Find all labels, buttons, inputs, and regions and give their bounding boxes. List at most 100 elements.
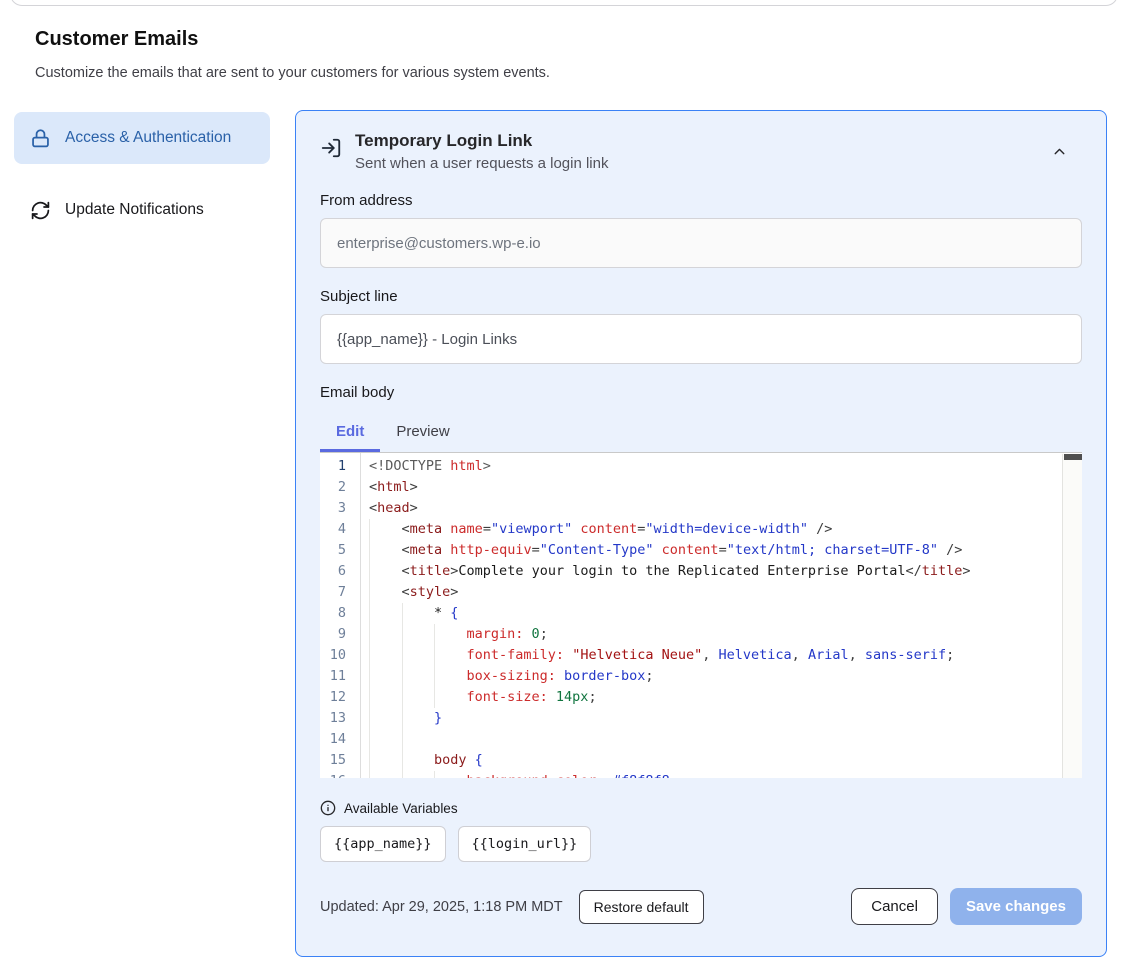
editor-line-numbers: 12345678910111213141516: [320, 453, 361, 778]
editor-scrollbar-thumb[interactable]: [1064, 454, 1082, 460]
line-number: 9: [320, 624, 360, 645]
line-number: 10: [320, 645, 360, 666]
line-number: 1: [320, 456, 360, 477]
editor-code-area[interactable]: <!DOCTYPE html><html><head><meta name="v…: [361, 453, 1082, 778]
editor-scrollbar-track[interactable]: [1062, 454, 1082, 778]
code-line: <meta name="viewport" content="width=dev…: [369, 519, 1082, 540]
code-line: * {: [369, 603, 1082, 624]
line-number: 4: [320, 519, 360, 540]
info-icon: [320, 800, 336, 816]
code-line: }: [369, 708, 1082, 729]
indent-guide: [402, 687, 435, 708]
variable-chip-login-url[interactable]: {{login_url}}: [458, 826, 592, 862]
indent-guide: [369, 687, 402, 708]
login-icon: [320, 137, 342, 159]
code-line: <!DOCTYPE html>: [369, 456, 1082, 477]
available-variables-row: Available Variables: [320, 800, 1082, 816]
temporary-login-link-panel: Temporary Login Link Sent when a user re…: [295, 110, 1107, 957]
panel-subtitle: Sent when a user requests a login link: [355, 155, 1038, 172]
line-number: 16: [320, 771, 360, 778]
previous-card-bottom-edge: [10, 0, 1118, 6]
code-line: font-family: "Helvetica Neue", Helvetica…: [369, 645, 1082, 666]
indent-guide: [369, 624, 402, 645]
indent-guide: [402, 666, 435, 687]
line-number: 3: [320, 498, 360, 519]
code-line: <html>: [369, 477, 1082, 498]
indent-guide: [434, 771, 467, 778]
code-line: <meta http-equiv="Content-Type" content=…: [369, 540, 1082, 561]
line-number: 12: [320, 687, 360, 708]
code-line: [369, 729, 1082, 750]
lock-icon: [30, 128, 51, 149]
restore-default-button[interactable]: Restore default: [579, 890, 704, 924]
indent-guide: [402, 750, 435, 771]
line-number: 2: [320, 477, 360, 498]
panel-header-text: Temporary Login Link Sent when a user re…: [355, 131, 1038, 172]
line-number: 11: [320, 666, 360, 687]
email-types-sidebar: Access & Authentication Update Notificat…: [14, 112, 270, 236]
code-editor: 12345678910111213141516 <!DOCTYPE html><…: [320, 452, 1082, 778]
indent-guide: [434, 687, 467, 708]
indent-guide: [369, 729, 402, 750]
from-address-label: From address: [320, 192, 1082, 209]
code-line: font-size: 14px;: [369, 687, 1082, 708]
panel-header: Temporary Login Link Sent when a user re…: [320, 131, 1082, 172]
cancel-button[interactable]: Cancel: [851, 888, 938, 925]
indent-guide: [402, 624, 435, 645]
subject-line-label: Subject line: [320, 288, 1082, 305]
indent-guide: [369, 750, 402, 771]
code-line: <style>: [369, 582, 1082, 603]
email-body-tabs: Edit Preview: [320, 414, 1082, 452]
indent-guide: [402, 729, 435, 750]
indent-guide: [369, 666, 402, 687]
code-line: margin: 0;: [369, 624, 1082, 645]
page-subtitle: Customize the emails that are sent to yo…: [35, 65, 550, 81]
from-address-field[interactable]: [320, 218, 1082, 268]
panel-title: Temporary Login Link: [355, 131, 1038, 151]
email-body-label: Email body: [320, 384, 1082, 401]
indent-guide: [402, 708, 435, 729]
available-variables-label: Available Variables: [344, 801, 458, 816]
indent-guide: [369, 645, 402, 666]
indent-guide: [369, 540, 402, 561]
line-number: 13: [320, 708, 360, 729]
indent-guide: [434, 624, 467, 645]
indent-guide: [369, 708, 402, 729]
line-number: 8: [320, 603, 360, 624]
line-number: 15: [320, 750, 360, 771]
indent-guide: [402, 645, 435, 666]
code-line: background-color: #f8f8f8;: [369, 771, 1082, 778]
tab-edit[interactable]: Edit: [320, 414, 380, 452]
updated-timestamp: Updated: Apr 29, 2025, 1:18 PM MDT: [320, 899, 563, 915]
line-number: 14: [320, 729, 360, 750]
line-number: 6: [320, 561, 360, 582]
indent-guide: [369, 603, 402, 624]
chevron-up-icon[interactable]: [1051, 143, 1068, 160]
variable-chip-app-name[interactable]: {{app_name}}: [320, 826, 446, 862]
indent-guide: [369, 582, 402, 603]
refresh-icon: [30, 200, 51, 221]
indent-guide: [369, 561, 402, 582]
indent-guide: [434, 645, 467, 666]
sidebar-item-label: Update Notifications: [65, 198, 204, 222]
variable-chips: {{app_name}} {{login_url}}: [320, 826, 1082, 862]
sidebar-item-access-authentication[interactable]: Access & Authentication: [14, 112, 270, 164]
indent-guide: [402, 771, 435, 778]
code-line: <title>Complete your login to the Replic…: [369, 561, 1082, 582]
code-line: <head>: [369, 498, 1082, 519]
sidebar-item-update-notifications[interactable]: Update Notifications: [14, 184, 270, 236]
indent-guide: [369, 519, 402, 540]
subject-line-field[interactable]: [320, 314, 1082, 364]
code-line: box-sizing: border-box;: [369, 666, 1082, 687]
save-changes-button[interactable]: Save changes: [950, 888, 1082, 925]
indent-guide: [369, 771, 402, 778]
panel-footer: Updated: Apr 29, 2025, 1:18 PM MDT Resto…: [320, 888, 1082, 925]
line-number: 7: [320, 582, 360, 603]
tab-preview[interactable]: Preview: [380, 414, 465, 452]
indent-guide: [402, 603, 435, 624]
sidebar-item-label: Access & Authentication: [65, 126, 231, 150]
page-title: Customer Emails: [35, 28, 198, 51]
line-number: 5: [320, 540, 360, 561]
indent-guide: [434, 666, 467, 687]
code-line: body {: [369, 750, 1082, 771]
